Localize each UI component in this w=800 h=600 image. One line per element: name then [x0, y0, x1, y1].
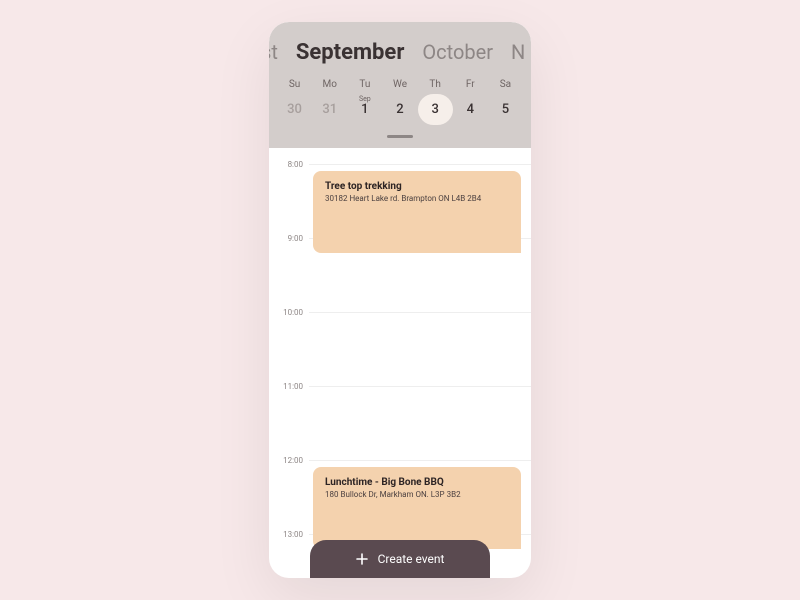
- day-cell[interactable]: 31: [312, 94, 347, 125]
- day-cell[interactable]: 3: [418, 94, 453, 125]
- weekday-label: Su: [277, 79, 312, 90]
- day-cell[interactable]: 5: [488, 94, 523, 125]
- event-location: 30182 Heart Lake rd. Brampton ON L4B 2B4: [325, 194, 509, 203]
- event-block[interactable]: Tree top trekking 30182 Heart Lake rd. Br…: [313, 171, 521, 252]
- hour-line: [309, 312, 531, 313]
- hour-line: [309, 460, 531, 461]
- day-number: 5: [502, 102, 509, 117]
- time-label: 12:00: [269, 456, 309, 465]
- plus-icon: [356, 553, 368, 565]
- event-block[interactable]: Lunchtime - Big Bone BBQ 180 Bullock Dr, …: [313, 467, 521, 548]
- time-label: 8:00: [269, 160, 309, 169]
- weekday-label: We: [382, 79, 417, 90]
- month-next[interactable]: October: [422, 40, 493, 64]
- create-event-label: Create event: [378, 552, 445, 566]
- day-cell[interactable]: 30: [277, 94, 312, 125]
- day-number: 1: [361, 102, 368, 117]
- day-cell[interactable]: 4: [453, 94, 488, 125]
- event-title: Lunchtime - Big Bone BBQ: [325, 477, 509, 488]
- day-cell[interactable]: 2: [382, 94, 417, 125]
- month-current[interactable]: September: [296, 40, 405, 65]
- day-number: 3: [431, 102, 438, 117]
- drag-handle[interactable]: [387, 135, 413, 138]
- weekday-label: Fr: [453, 79, 488, 90]
- month-after[interactable]: N: [511, 40, 525, 64]
- day-number: 31: [322, 102, 337, 117]
- hour-line: [309, 164, 531, 165]
- weekday-label: Tu: [347, 79, 382, 90]
- month-start-label: Sep: [347, 95, 382, 103]
- weekday-label: Mo: [312, 79, 347, 90]
- time-label: 11:00: [269, 382, 309, 391]
- time-row: 10:00: [269, 312, 531, 321]
- calendar-header: st September October N SuMoTuWeThFrSa 30…: [269, 22, 531, 148]
- hour-line: [309, 386, 531, 387]
- create-event-button[interactable]: Create event: [310, 540, 490, 578]
- day-number: 2: [396, 102, 403, 117]
- time-row: 11:00: [269, 386, 531, 395]
- time-label: 9:00: [269, 234, 309, 243]
- month-prev[interactable]: st: [269, 40, 278, 64]
- event-title: Tree top trekking: [325, 181, 509, 192]
- time-label: 10:00: [269, 308, 309, 317]
- day-number: 4: [467, 102, 474, 117]
- days-row: 30 31 Sep1 2 3 4 5: [269, 94, 531, 131]
- calendar-app: st September October N SuMoTuWeThFrSa 30…: [269, 22, 531, 578]
- timeline[interactable]: 8:00 9:00 10:00 11:00 12:00 13:00 Tree top tre…: [269, 148, 531, 578]
- event-location: 180 Bullock Dr, Markham ON. L3P 3B2: [325, 490, 509, 499]
- day-number: 30: [287, 102, 302, 117]
- month-scroller[interactable]: st September October N: [269, 40, 531, 65]
- time-label: 13:00: [269, 530, 309, 539]
- day-cell[interactable]: Sep1: [347, 94, 382, 125]
- weekday-label: Sa: [488, 79, 523, 90]
- weekday-label: Th: [418, 79, 453, 90]
- weekday-row: SuMoTuWeThFrSa: [269, 79, 531, 90]
